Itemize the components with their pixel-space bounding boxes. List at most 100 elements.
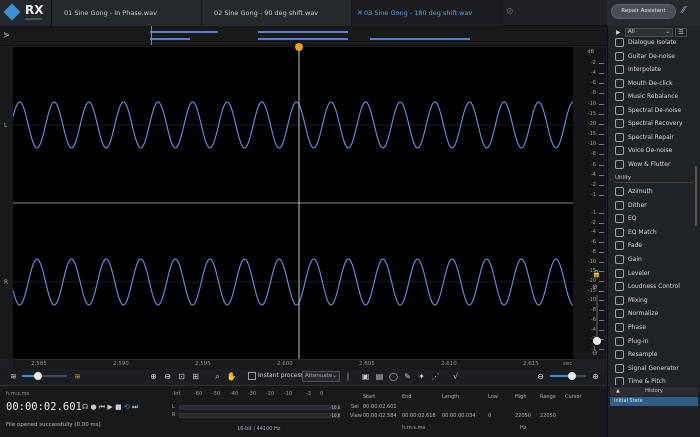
range-value[interactable]: 22050 bbox=[540, 413, 556, 419]
module-label: Mouth De-click bbox=[628, 79, 673, 87]
module-item[interactable]: Signal Generator bbox=[615, 362, 695, 375]
high-value[interactable]: 22050 bbox=[515, 413, 531, 419]
header-low: Low bbox=[488, 394, 498, 400]
module-item[interactable]: Phase bbox=[615, 321, 695, 334]
view-start-value[interactable]: 00:00:02.584 bbox=[363, 413, 397, 419]
instant-process-checkbox[interactable] bbox=[248, 372, 256, 380]
sel-start-value[interactable]: 00:00:02.601 bbox=[363, 404, 397, 410]
module-filter-value: All bbox=[628, 29, 635, 35]
lock-icon[interactable]: 🔒 bbox=[592, 270, 601, 278]
harmonic-select-icon[interactable]: ⋰ bbox=[430, 371, 441, 382]
rewind-icon[interactable]: ⏮ bbox=[99, 403, 105, 411]
module-item[interactable]: Azimuth bbox=[615, 185, 695, 198]
module-item[interactable]: Interpolate bbox=[615, 63, 695, 76]
zoom-fit-icon[interactable]: ⊞ bbox=[190, 371, 201, 382]
zoom-in-vertical-icon[interactable]: ⊕ bbox=[592, 283, 598, 291]
pencil-icon[interactable]: √ bbox=[450, 371, 461, 382]
tab-file-1[interactable]: 01 Sine Gong - In Phase.wav bbox=[52, 0, 202, 26]
low-value[interactable]: 0 bbox=[488, 413, 491, 419]
module-item[interactable]: Dither bbox=[615, 199, 695, 212]
view-end-value[interactable]: 00:00:02.618 bbox=[402, 413, 436, 419]
module-label: EQ Match bbox=[628, 228, 657, 236]
tab-file-3[interactable]: ✕ 03 Sine Gong - 180 deg shift.wav bbox=[352, 0, 502, 26]
waveform-overview[interactable]: ⋟ bbox=[0, 26, 607, 46]
zoom-out-icon[interactable]: ⊖ bbox=[162, 371, 173, 382]
meter-r-label: R bbox=[172, 412, 176, 418]
zoom-tool-icon[interactable]: ⌕ bbox=[212, 371, 223, 382]
play-icon[interactable]: ▶ bbox=[107, 403, 112, 411]
horizontal-zoom-in-icon[interactable]: ⊕ bbox=[590, 371, 601, 382]
db-label: -6 bbox=[591, 80, 596, 87]
time-ruler[interactable]: 2.585 2.590 2.595 2.600 2.605 2.610 2.615 sec bbox=[13, 359, 573, 369]
headphones-icon[interactable]: ☊ bbox=[82, 403, 88, 411]
new-tab-icon[interactable]: ⊘ bbox=[506, 7, 514, 17]
module-item[interactable]: Fade bbox=[615, 239, 695, 252]
sidebar-scrollbar[interactable] bbox=[695, 166, 697, 226]
zoom-out-vertical-icon[interactable]: ⊖ bbox=[592, 349, 598, 357]
freq-select-icon[interactable]: ▤ bbox=[374, 371, 385, 382]
db-label: -20 bbox=[587, 120, 596, 127]
playhead-handle[interactable] bbox=[295, 43, 303, 51]
collapse-icon[interactable]: ⋟ bbox=[3, 30, 10, 39]
module-item[interactable]: Spectral Recovery bbox=[615, 117, 695, 130]
module-label: Guitar De-noise bbox=[628, 52, 675, 60]
edit-toolbar: ≋ ≋ ⊕ ⊖ ⊡ ⊞ ⌕ ✋ Instant process Attenuat… bbox=[0, 369, 607, 384]
time-select-icon[interactable]: ⎸ bbox=[346, 371, 357, 382]
module-item[interactable]: Guitar De-noise bbox=[615, 50, 695, 63]
db-label: -4 bbox=[591, 229, 596, 236]
time-tick-label: 2.600 bbox=[277, 361, 293, 367]
zoom-selection-icon[interactable]: ⊡ bbox=[176, 371, 187, 382]
module-item[interactable]: Resample bbox=[615, 348, 695, 361]
eq-icon bbox=[615, 214, 624, 224]
waveform-view-icon[interactable]: ≋ bbox=[8, 371, 19, 382]
horizontal-zoom-out-icon[interactable]: ⊖ bbox=[535, 371, 546, 382]
vertical-zoom-slider[interactable] bbox=[596, 295, 598, 340]
module-item[interactable]: Music Rebalance bbox=[615, 90, 695, 103]
module-item[interactable]: Spectral De-noise bbox=[615, 104, 695, 117]
spectrogram-view-icon[interactable]: ≋ bbox=[72, 371, 83, 382]
module-label: Leveler bbox=[628, 269, 650, 277]
blend-slider-handle[interactable] bbox=[34, 372, 42, 380]
module-label: Gain bbox=[628, 256, 642, 263]
loop-icon[interactable]: ⟲ bbox=[124, 403, 130, 411]
module-item[interactable]: Voice De-noise bbox=[615, 144, 695, 157]
rect-select-icon[interactable]: ▣ bbox=[360, 371, 371, 382]
module-item[interactable]: Loudness Control bbox=[615, 280, 695, 293]
module-item[interactable]: Spectral Repair bbox=[615, 131, 695, 144]
lasso-icon[interactable]: ◯ bbox=[388, 371, 399, 382]
history-item[interactable]: Initial State bbox=[610, 397, 698, 406]
module-item[interactable]: Leveler bbox=[615, 267, 695, 280]
magic-wand-icon[interactable]: ✦ bbox=[416, 371, 427, 382]
tab-label: 02 Sine Gong - 90 deg shift.wav bbox=[214, 9, 319, 17]
module-item[interactable]: Wow & Flutter bbox=[615, 158, 695, 171]
close-icon[interactable]: ✕ bbox=[357, 0, 363, 26]
module-label: Dither bbox=[628, 201, 647, 209]
hand-tool-icon[interactable]: ✋ bbox=[226, 371, 237, 382]
record-icon[interactable]: ● bbox=[90, 403, 96, 411]
tab-file-2[interactable]: 02 Sine Gong - 90 deg shift.wav bbox=[202, 0, 352, 26]
tools-icon[interactable]: ⁄⁄ bbox=[682, 5, 696, 19]
waveform-display[interactable]: L R bbox=[4, 47, 574, 359]
vertical-zoom-handle[interactable] bbox=[593, 337, 601, 345]
brush-icon[interactable]: ✎ bbox=[402, 371, 413, 382]
module-item[interactable]: Mouth De-click bbox=[615, 77, 695, 90]
skip-forward-icon[interactable]: ⏭ bbox=[132, 403, 138, 411]
module-item[interactable]: Normalize bbox=[615, 307, 695, 320]
repair-assistant-button[interactable]: Repair Assistant bbox=[611, 4, 676, 19]
module-item[interactable]: EQ Match bbox=[615, 226, 695, 239]
module-item[interactable]: EQ bbox=[615, 212, 695, 225]
zoom-in-icon[interactable]: ⊕ bbox=[148, 371, 159, 382]
play-module-icon[interactable]: ▶ bbox=[616, 29, 621, 36]
logo-icon bbox=[3, 3, 21, 21]
process-mode-select[interactable]: Attenuate ⌄ bbox=[302, 371, 340, 382]
stop-icon[interactable]: ■ bbox=[115, 403, 122, 411]
collapse-up-icon[interactable]: ▲ bbox=[616, 387, 620, 396]
time-format-label[interactable]: h:m:s.ms bbox=[6, 391, 29, 397]
module-item[interactable]: Mixing bbox=[615, 294, 695, 307]
horizontal-zoom-handle[interactable] bbox=[568, 372, 576, 380]
module-item[interactable]: Gain bbox=[615, 253, 695, 266]
module-item[interactable]: Dialogue Isolate bbox=[615, 36, 695, 49]
view-length-value[interactable]: 00:00:00.034 bbox=[442, 413, 476, 419]
module-item[interactable]: Plug-in bbox=[615, 335, 695, 348]
category-utility[interactable]: Utility bbox=[615, 173, 693, 183]
